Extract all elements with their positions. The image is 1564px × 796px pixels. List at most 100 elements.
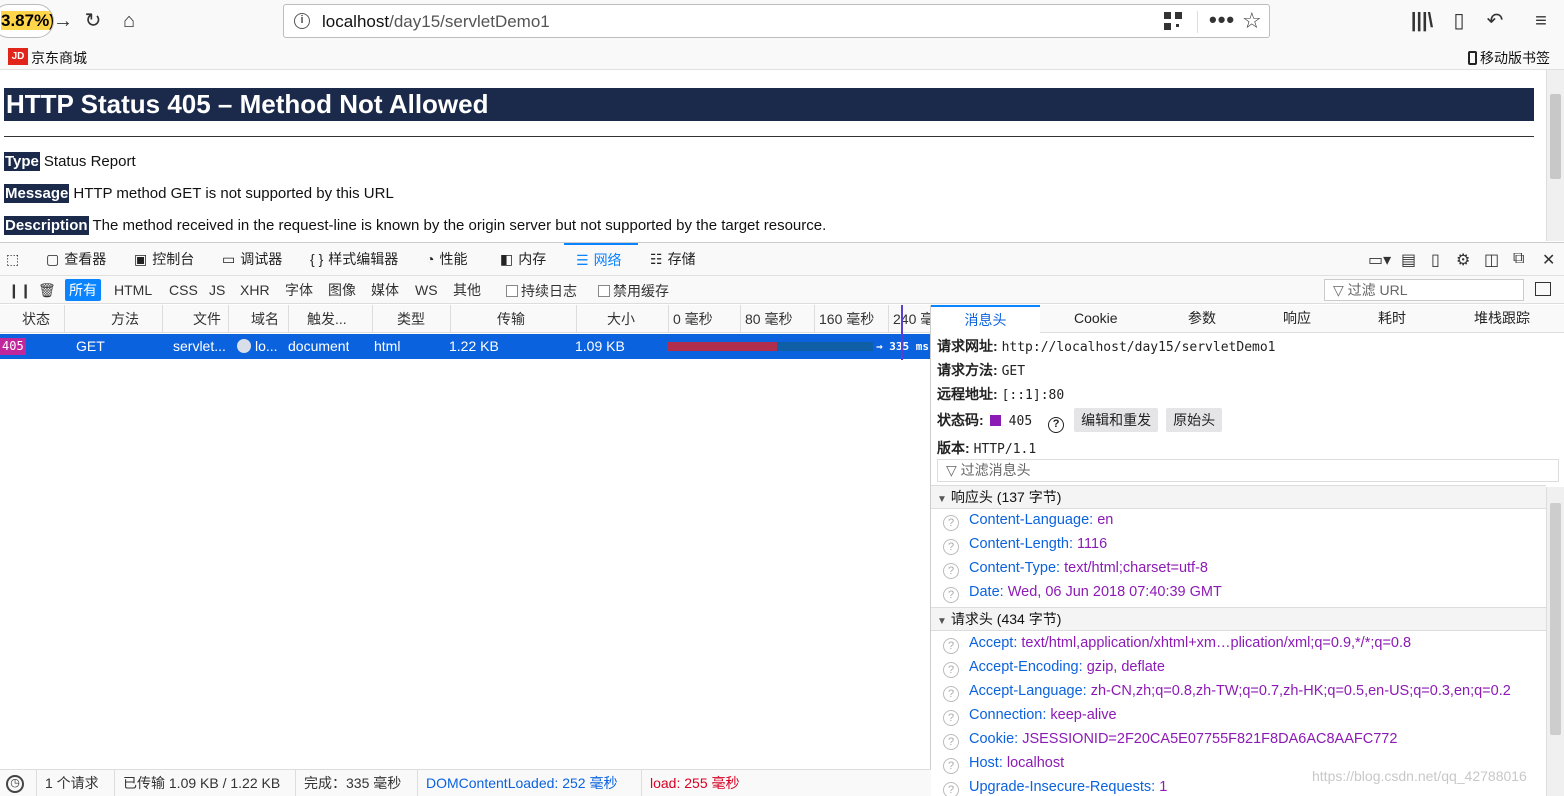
message-row: Message HTTP method GET is not supported …	[4, 184, 394, 203]
jd-logo-icon[interactable]: JD	[8, 48, 28, 65]
undo-icon[interactable]: ↶	[1482, 8, 1508, 34]
request-url-value[interactable]: http://localhost/day15/servletDemo1	[1002, 340, 1276, 355]
mobile-bookmarks[interactable]: 移动版书签	[1468, 48, 1550, 68]
bookmark-jd[interactable]: 京东商城	[31, 48, 87, 68]
tab-headers[interactable]: 消息头	[931, 305, 1040, 333]
filter-headers-input[interactable]: ▽ 过滤消息头	[937, 459, 1559, 482]
disable-cache-checkbox[interactable]: 禁用缓存	[598, 281, 669, 301]
tab-debugger[interactable]: ▭ 调试器	[222, 243, 282, 276]
help-icon[interactable]: ?	[1048, 417, 1065, 433]
performance-analysis-icon[interactable]: ◷	[6, 775, 24, 793]
globe-icon	[237, 339, 251, 353]
tab-params[interactable]: 参数	[1188, 305, 1216, 333]
gear-icon[interactable]: ⚙	[1456, 250, 1470, 270]
responsive-icon[interactable]: ▯	[1431, 250, 1440, 270]
tab-memory[interactable]: ◧ 内存	[500, 243, 546, 276]
filter-xhr[interactable]: XHR	[236, 279, 274, 301]
header-row[interactable]: ? Content-Length: 1116	[943, 536, 1107, 555]
col-type[interactable]: 类型	[372, 305, 450, 333]
filter-html[interactable]: HTML	[110, 279, 156, 301]
col-method[interactable]: 方法	[64, 305, 162, 333]
dock-side-icon[interactable]: ◫	[1484, 250, 1499, 270]
info-icon[interactable]: i	[294, 13, 310, 29]
tab-storage[interactable]: ☷ 存储	[650, 243, 696, 276]
tab-response[interactable]: 响应	[1283, 305, 1311, 333]
inspector-icon: ▢	[46, 251, 60, 267]
edit-resend-button[interactable]: 编辑和重发	[1074, 408, 1159, 432]
pause-icon[interactable]: ❙❙	[4, 279, 35, 301]
filter-js[interactable]: JS	[205, 279, 229, 301]
header-row[interactable]: ? Accept-Encoding: gzip, deflate	[943, 659, 1165, 678]
home-icon[interactable]: ⌂	[116, 8, 142, 34]
col-size[interactable]: 大小	[576, 305, 668, 333]
forward-arrow-icon[interactable]: →	[50, 8, 76, 34]
filter-ws[interactable]: WS	[411, 279, 442, 301]
url-filter-input[interactable]: ▽ 过滤 URL	[1324, 279, 1524, 301]
toggle-details-icon[interactable]	[1535, 282, 1551, 296]
header-row[interactable]: ? Accept-Language: zh-CN,zh;q=0.8,zh-TW;q…	[943, 683, 1511, 702]
details-scroll-thumb[interactable]	[1550, 503, 1561, 735]
url-text[interactable]: localhost/day15/servletDemo1	[322, 12, 550, 32]
col-status[interactable]: 状态	[0, 305, 64, 333]
request-headers-section[interactable]: ▼ 请求头 (434 字节)	[931, 607, 1546, 631]
type-value: Status Report	[43, 153, 136, 170]
browser-toolbar: 3.87%) → ↻ ⌂ i localhost/day15/servletDe…	[0, 0, 1564, 42]
help-icon: ?	[943, 710, 959, 726]
sidebar-icon[interactable]: ▯	[1446, 8, 1472, 34]
page-scroll-thumb[interactable]	[1550, 94, 1561, 179]
request-file: servlet...	[173, 338, 226, 354]
split-console-icon[interactable]: ▤	[1401, 250, 1416, 270]
tab-style-editor[interactable]: { } 样式编辑器	[310, 243, 398, 276]
request-row[interactable]: 405 GET servlet... lo... document html 1…	[0, 334, 931, 359]
filter-other[interactable]: 其他	[449, 279, 485, 301]
raw-headers-button[interactable]: 原始头	[1166, 408, 1223, 432]
tab-network[interactable]: ☰ 网络	[564, 243, 638, 276]
col-domain[interactable]: 域名	[228, 305, 288, 333]
response-headers-section[interactable]: ▼ 响应头 (137 字节)	[931, 485, 1546, 509]
persist-logs-checkbox[interactable]: 持续日志	[506, 281, 577, 301]
tab-inspector[interactable]: ▢ 查看器	[46, 243, 106, 276]
more-icon[interactable]: •••	[1209, 7, 1235, 33]
header-row[interactable]: ? Date: Wed, 06 Jun 2018 07:40:39 GMT	[943, 584, 1222, 603]
reload-icon[interactable]: ↻	[80, 8, 106, 34]
filter-css[interactable]: CSS	[165, 279, 202, 301]
trash-icon[interactable]: 🗑	[34, 279, 60, 301]
header-row[interactable]: ? Content-Type: text/html;charset=utf-8	[943, 560, 1208, 579]
menu-icon[interactable]: ≡	[1528, 8, 1554, 34]
header-row[interactable]: ? Host: localhost	[943, 755, 1064, 774]
library-icon[interactable]: |||\	[1409, 8, 1435, 34]
tab-cookie[interactable]: Cookie	[1074, 305, 1118, 333]
element-picker-icon[interactable]: ⬚	[6, 243, 24, 276]
col-cause[interactable]: 触发...	[288, 305, 372, 333]
filter-fonts[interactable]: 字体	[281, 279, 317, 301]
type-label: Type	[4, 152, 40, 171]
header-row[interactable]: ? Upgrade-Insecure-Requests: 1	[943, 779, 1167, 796]
page-scrollbar[interactable]	[1546, 70, 1564, 241]
tab-console[interactable]: ▣ 控制台	[134, 243, 194, 276]
panel-splitter[interactable]	[930, 305, 931, 796]
layout-icon[interactable]: ▭▾	[1368, 250, 1391, 270]
tab-stack-trace[interactable]: 堆栈跟踪	[1474, 305, 1530, 333]
header-row[interactable]: ? Accept: text/html,application/xhtml+xm……	[943, 635, 1411, 654]
details-scrollbar[interactable]	[1546, 487, 1564, 796]
qr-code-icon[interactable]	[1164, 12, 1182, 30]
request-method: GET	[76, 338, 105, 354]
col-file[interactable]: 文件	[162, 305, 228, 333]
tab-performance[interactable]: ◔ 性能	[426, 243, 467, 276]
tick-0: 0 毫秒	[668, 305, 740, 333]
filter-all[interactable]: 所有	[65, 279, 101, 301]
network-icon: ☰	[576, 252, 589, 268]
help-icon: ?	[943, 587, 959, 603]
col-transferred[interactable]: 传输	[450, 305, 576, 333]
filter-images[interactable]: 图像	[324, 279, 360, 301]
header-row[interactable]: ? Connection: keep-alive	[943, 707, 1117, 726]
filter-media[interactable]: 媒体	[367, 279, 403, 301]
url-bar[interactable]: i localhost/day15/servletDemo1 ••• ☆	[283, 4, 1270, 38]
header-row[interactable]: ? Content-Language: en	[943, 512, 1113, 531]
tab-timings[interactable]: 耗时	[1378, 305, 1406, 333]
star-icon[interactable]: ☆	[1242, 8, 1262, 34]
undock-icon[interactable]: ⧉	[1513, 250, 1524, 268]
close-icon[interactable]: ✕	[1542, 250, 1555, 270]
header-row[interactable]: ? Cookie: JSESSIONID=2F20CA5E07755F821F8D…	[943, 731, 1397, 750]
remote-address-line: 远程地址: [::1]:80	[937, 386, 1065, 403]
